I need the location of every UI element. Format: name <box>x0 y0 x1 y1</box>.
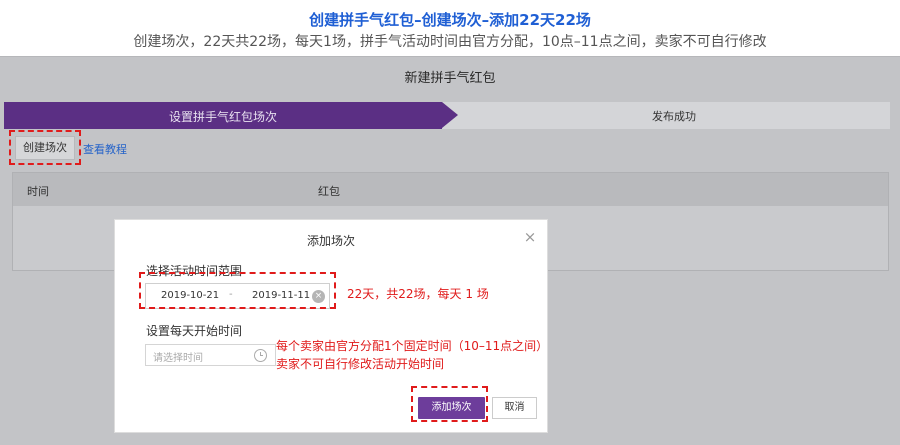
column-header-redpacket: 红包 <box>318 185 340 198</box>
cancel-button[interactable]: 取消 <box>492 397 537 419</box>
highlight-date-range <box>139 272 336 309</box>
step-bar: 设置拼手气红包场次 发布成功 <box>4 102 890 129</box>
time-placeholder: 请选择时间 <box>153 353 203 364</box>
highlight-create-button <box>9 130 81 165</box>
time-annotation-line2: 卖家不可自行修改活动开始时间 <box>276 357 445 371</box>
step-2-label: 发布成功 <box>652 110 696 123</box>
clock-icon <box>254 349 267 362</box>
annotation-subtitle: 创建场次，22天共22场，每天1场，拼手气活动时间由官方分配，10点–11点之间… <box>133 34 767 50</box>
highlight-add-button <box>411 386 488 422</box>
time-picker-input[interactable]: 请选择时间 <box>145 344 276 366</box>
column-header-time: 时间 <box>27 185 49 198</box>
view-tutorial-link[interactable]: 查看教程 <box>83 141 127 157</box>
range-annotation: 22天，共22场，每天 1 场 <box>347 287 489 301</box>
dialog-title: 添加场次 <box>306 234 355 248</box>
step-1-label: 设置拼手气红包场次 <box>168 110 277 124</box>
page-title: 新建拼手气红包 <box>404 71 496 86</box>
daily-start-label: 设置每天开始时间 <box>146 324 243 338</box>
annotation-title: 创建拼手气红包–创建场次–添加22天22场 <box>309 11 591 29</box>
table-header: 时间 红包 <box>13 173 888 206</box>
step-arrow <box>442 102 458 128</box>
time-annotation-line1: 每个卖家由官方分配1个固定时间（10–11点之间） <box>276 339 549 353</box>
screen: 创建拼手气红包–创建场次–添加22天22场 创建场次，22天共22场，每天1场，… <box>0 0 900 445</box>
close-icon[interactable]: × <box>521 228 539 246</box>
